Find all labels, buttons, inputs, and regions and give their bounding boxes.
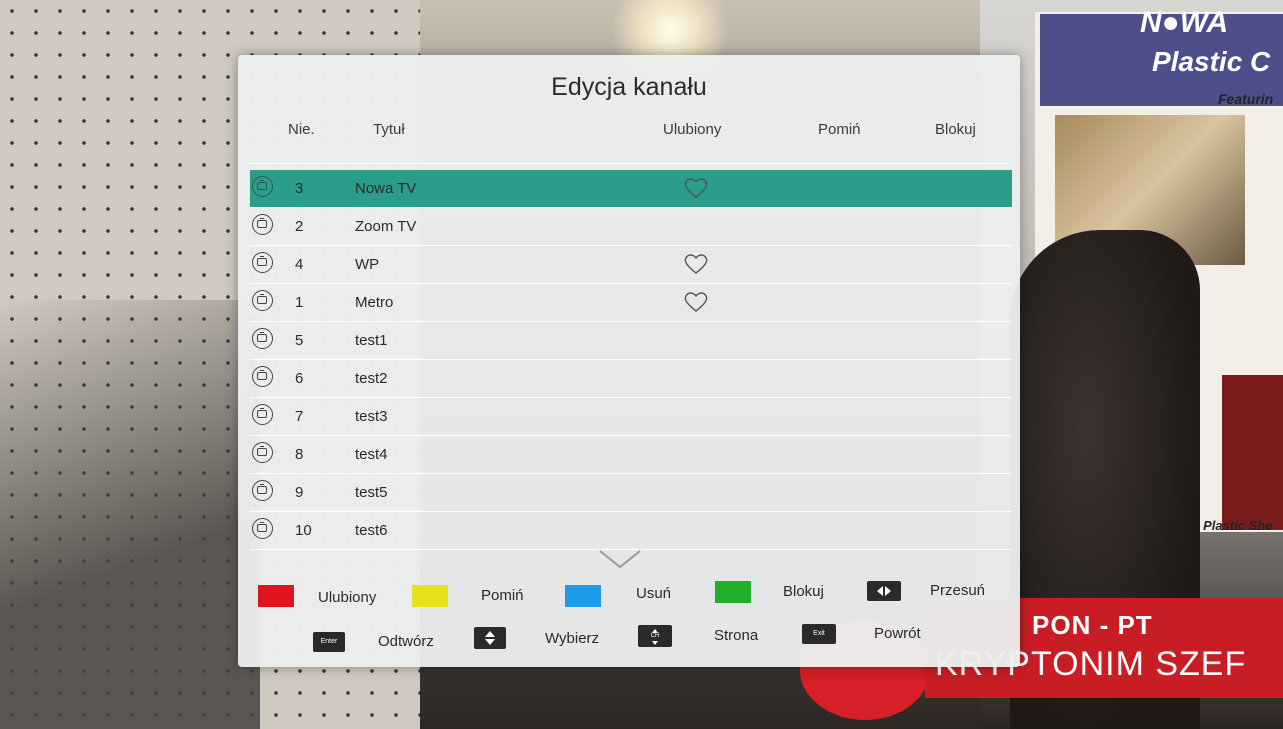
legend-delete-label: Usuń	[636, 585, 672, 602]
tv-channel-icon	[252, 404, 273, 425]
channel-title: test4	[355, 446, 388, 463]
channel-row[interactable]: 8 test4	[250, 436, 1012, 474]
store-shelf-shadow	[0, 300, 260, 729]
poster-featuring: Featurin	[1218, 91, 1274, 107]
legend-lock-label: Blokuj	[783, 583, 824, 600]
legend-play-label: Odtwórz	[378, 633, 434, 650]
enter-key-icon: Enter	[313, 632, 345, 652]
tv-channel-icon	[252, 480, 273, 501]
green-key-swatch	[715, 581, 751, 603]
legend-page-label: Strona	[714, 627, 759, 644]
channel-number: 4	[295, 256, 304, 273]
column-header-title: Tytuł	[373, 121, 405, 138]
poster-brand-line1: N●WA	[1140, 6, 1229, 39]
tv-channel-icon	[252, 518, 273, 539]
channel-number: 1	[295, 294, 304, 311]
tv-channel-icon	[252, 290, 273, 311]
header-divider	[248, 163, 1010, 164]
legend-move-label: Przesuń	[930, 582, 986, 599]
channel-number: 6	[295, 370, 304, 387]
column-header-number: Nie.	[288, 121, 315, 138]
channel-row[interactable]: 10 test6	[250, 512, 1012, 550]
column-header-favorite: Ulubiony	[663, 121, 722, 138]
chevron-down-icon[interactable]	[598, 549, 642, 571]
promo-banner-line1: PON - PT	[1032, 610, 1153, 640]
legend-favorite-label: Ulubiony	[318, 589, 377, 606]
channel-row[interactable]: 9 test5	[250, 474, 1012, 512]
dialog-title: Edycja kanału	[551, 73, 707, 101]
left-right-arrows-icon	[867, 581, 901, 601]
channel-row[interactable]: 3 Nowa TV	[250, 170, 1012, 208]
poster-brand-line2: Plastic C	[1152, 46, 1271, 77]
tv-channel-icon	[252, 252, 273, 273]
tv-channel-icon	[252, 328, 273, 349]
legend-select-label: Wybierz	[545, 630, 600, 647]
heart-outline-icon	[683, 177, 709, 199]
tv-channel-icon	[252, 176, 273, 197]
channel-row[interactable]: 5 test1	[250, 322, 1012, 360]
channel-title: test1	[355, 332, 388, 349]
channel-number: 9	[295, 484, 304, 501]
channel-row[interactable]: 4 WP	[250, 246, 1012, 284]
channel-number: 3	[295, 180, 304, 197]
channel-number: 10	[295, 522, 312, 539]
channel-list: 3 Nowa TV 2 Zoom TV 4 WP 1 Metro 5 test1 6 test2 7 te…	[250, 170, 1012, 550]
tv-channel-icon	[252, 442, 273, 463]
channel-title: Metro	[355, 294, 394, 311]
legend-back-label: Powrót	[874, 625, 921, 642]
channel-number: 2	[295, 218, 304, 235]
red-key-swatch	[258, 585, 294, 607]
channel-row[interactable]: 1 Metro	[250, 284, 1012, 322]
channel-title: test5	[355, 484, 388, 501]
heart-outline-icon	[683, 253, 709, 275]
channel-title: Zoom TV	[355, 218, 417, 235]
up-down-arrows-icon	[474, 627, 506, 649]
channel-page-key-icon: CH	[638, 625, 672, 647]
channel-key-cap: CH	[650, 633, 660, 639]
channel-number: 8	[295, 446, 304, 463]
column-header-skip: Pomiń	[818, 121, 861, 138]
channel-edit-dialog: Edycja kanału Nie. Tytuł Ulubiony Pomiń …	[238, 55, 1020, 667]
tv-channel-icon	[252, 366, 273, 387]
channel-title: test6	[355, 522, 388, 539]
exit-key-icon: Exit	[802, 624, 836, 644]
channel-title: Nowa TV	[355, 180, 417, 197]
blue-key-swatch	[565, 585, 601, 607]
channel-row[interactable]: 7 test3	[250, 398, 1012, 436]
heart-outline-icon	[683, 291, 709, 313]
legend-skip-label: Pomiń	[481, 587, 524, 604]
channel-number: 7	[295, 408, 304, 425]
channel-row[interactable]: 6 test2	[250, 360, 1012, 398]
yellow-key-swatch	[412, 585, 448, 607]
channel-title: WP	[355, 256, 380, 273]
channel-row[interactable]: 2 Zoom TV	[250, 208, 1012, 246]
column-header-lock: Blokuj	[935, 121, 976, 138]
channel-title: test3	[355, 408, 388, 425]
channel-title: test2	[355, 370, 388, 387]
channel-number: 5	[295, 332, 304, 349]
tv-channel-icon	[252, 214, 273, 235]
poster-red-panel	[1222, 375, 1283, 530]
